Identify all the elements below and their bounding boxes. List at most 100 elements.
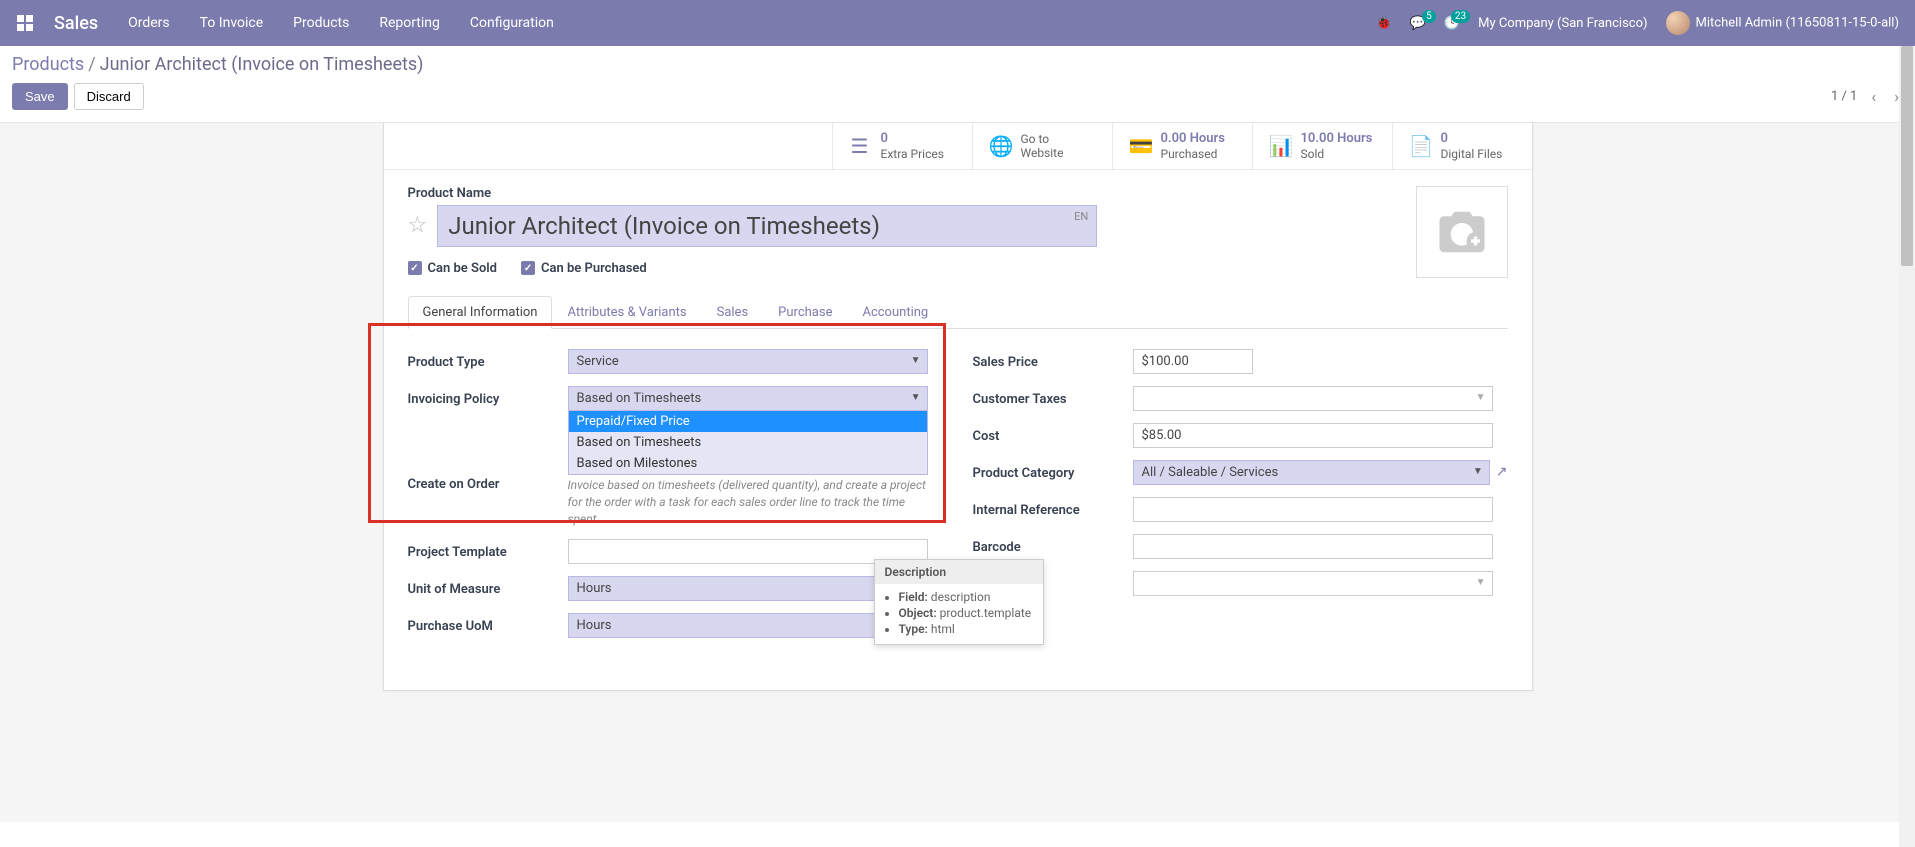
- uom-label: Unit of Measure: [408, 576, 568, 597]
- stat-label: Purchased: [1161, 147, 1225, 161]
- internal-ref-input[interactable]: [1133, 497, 1493, 522]
- sales-price-label: Sales Price: [973, 349, 1133, 370]
- product-category-select[interactable]: All / Saleable / Services ▼: [1133, 460, 1490, 485]
- apps-icon[interactable]: [16, 14, 34, 32]
- tooltip-key: Field:: [899, 590, 928, 604]
- nav-reporting[interactable]: Reporting: [379, 15, 440, 31]
- messaging-badge: 5: [1422, 10, 1436, 23]
- file-icon: 📄: [1409, 134, 1431, 158]
- stat-label: Sold: [1301, 147, 1373, 161]
- form-sheet: ☰ 0Extra Prices 🌐 Go to Website 💳 0.00 H…: [383, 123, 1533, 691]
- can-be-sold-checkbox[interactable]: ✓ Can be Sold: [408, 261, 498, 276]
- internal-ref-label: Internal Reference: [973, 497, 1133, 518]
- debug-icon[interactable]: 🐞: [1376, 16, 1392, 31]
- invoicing-policy-value: Based on Timesheets: [577, 391, 702, 406]
- camera-plus-icon: [1435, 205, 1489, 259]
- product-type-select[interactable]: Service ▼: [568, 349, 928, 374]
- extra-select[interactable]: ▼: [1133, 571, 1493, 596]
- customer-taxes-label: Customer Taxes: [973, 386, 1133, 407]
- avatar-icon: [1666, 11, 1690, 35]
- breadcrumb: Products / Junior Architect (Invoice on …: [12, 54, 1903, 75]
- dropdown-option[interactable]: Prepaid/Fixed Price: [569, 411, 927, 432]
- save-button[interactable]: Save: [12, 83, 68, 110]
- tooltip-title: Description: [875, 560, 1043, 584]
- user-label: Mitchell Admin (11650811-15-0-all): [1696, 15, 1899, 30]
- stat-digital-files[interactable]: 📄 0Digital Files: [1392, 123, 1532, 169]
- tab-attributes-variants[interactable]: Attributes & Variants: [552, 296, 701, 329]
- messaging-icon[interactable]: 💬5: [1410, 16, 1426, 31]
- pager: 1 / 1 ‹ ›: [1831, 87, 1903, 106]
- tab-purchase[interactable]: Purchase: [763, 296, 847, 329]
- stat-value: 0: [881, 131, 944, 147]
- project-template-label: Project Template: [408, 539, 568, 560]
- top-nav: Sales Orders To Invoice Products Reporti…: [0, 0, 1915, 46]
- stat-website[interactable]: 🌐 Go to Website: [972, 123, 1112, 169]
- can-be-purchased-label: Can be Purchased: [541, 261, 647, 276]
- app-brand[interactable]: Sales: [54, 13, 98, 34]
- breadcrumb-current: Junior Architect (Invoice on Timesheets): [100, 54, 424, 75]
- breadcrumb-sep: /: [88, 54, 95, 75]
- sales-price-input[interactable]: $100.00: [1133, 349, 1253, 374]
- product-name-input[interactable]: Junior Architect (Invoice on Timesheets)…: [437, 205, 1097, 247]
- stat-purchased[interactable]: 💳 0.00 HoursPurchased: [1112, 123, 1252, 169]
- bars-icon: 📊: [1269, 134, 1291, 158]
- customer-taxes-input[interactable]: ▼: [1133, 386, 1493, 411]
- can-be-purchased-checkbox[interactable]: ✓Can be Purchased: [521, 261, 647, 276]
- pager-count: 1 / 1: [1831, 89, 1857, 104]
- uom-value: Hours: [577, 581, 612, 596]
- scrollbar[interactable]: [1899, 46, 1915, 847]
- product-type-value: Service: [577, 354, 619, 369]
- stat-extra-prices[interactable]: ☰ 0Extra Prices: [832, 123, 972, 169]
- cost-label: Cost: [973, 423, 1133, 444]
- stat-value: 10.00 Hours: [1301, 131, 1373, 147]
- pager-prev[interactable]: ‹: [1867, 87, 1880, 106]
- uom-select[interactable]: Hours: [568, 576, 925, 601]
- chevron-down-icon: ▼: [911, 355, 921, 366]
- product-image-placeholder[interactable]: [1416, 186, 1508, 278]
- tab-accounting[interactable]: Accounting: [847, 296, 943, 329]
- lang-indicator[interactable]: EN: [1074, 210, 1088, 223]
- invoicing-help-text: Invoice based on timesheets (delivered q…: [568, 477, 928, 527]
- nav-to-invoice[interactable]: To Invoice: [200, 15, 264, 31]
- nav-orders[interactable]: Orders: [128, 15, 170, 31]
- globe-icon: 🌐: [989, 134, 1011, 158]
- dropdown-option[interactable]: Based on Milestones: [569, 453, 927, 474]
- tab-general-information[interactable]: General Information: [408, 296, 553, 329]
- invoicing-policy-dropdown: Prepaid/Fixed Price Based on Timesheets …: [568, 410, 928, 475]
- tooltip-val: description: [928, 590, 991, 604]
- product-name-label: Product Name: [408, 186, 1508, 201]
- stat-value: 0.00 Hours: [1161, 131, 1225, 147]
- stat-sold[interactable]: 📊 10.00 HoursSold: [1252, 123, 1392, 169]
- tooltip-val: product.template: [937, 606, 1032, 620]
- invoicing-policy-select[interactable]: Based on Timesheets ▼: [568, 386, 928, 411]
- product-category-value: All / Saleable / Services: [1142, 465, 1279, 480]
- scrollbar-thumb[interactable]: [1901, 46, 1913, 266]
- card-icon: 💳: [1129, 134, 1151, 158]
- activities-badge: 23: [1451, 10, 1470, 23]
- user-menu[interactable]: Mitchell Admin (11650811-15-0-all): [1666, 11, 1899, 35]
- favorite-star-icon[interactable]: ☆: [408, 213, 428, 238]
- purchase-uom-label: Purchase UoM: [408, 613, 568, 634]
- activities-icon[interactable]: 🕓23: [1444, 16, 1460, 31]
- dropdown-option[interactable]: Based on Timesheets: [569, 432, 927, 453]
- chevron-down-icon: ▼: [1476, 392, 1486, 403]
- breadcrumb-parent[interactable]: Products: [12, 54, 84, 75]
- sales-price-value: $100.00: [1142, 354, 1189, 369]
- tooltip-key: Object:: [899, 606, 937, 620]
- barcode-label: Barcode: [973, 534, 1133, 555]
- nav-configuration[interactable]: Configuration: [470, 15, 554, 31]
- chevron-down-icon: ▼: [1473, 466, 1483, 477]
- chevron-down-icon: ▼: [1476, 577, 1486, 588]
- tab-sales[interactable]: Sales: [702, 296, 764, 329]
- discard-button[interactable]: Discard: [74, 83, 144, 110]
- invoicing-policy-label: Invoicing Policy: [408, 386, 568, 407]
- tooltip-val: html: [928, 622, 955, 636]
- field-tooltip: Description Field: description Object: p…: [874, 559, 1044, 645]
- nav-products[interactable]: Products: [293, 15, 349, 31]
- can-be-sold-label: Can be Sold: [428, 261, 498, 276]
- external-link-icon[interactable]: ↗: [1496, 464, 1508, 480]
- company-switcher[interactable]: My Company (San Francisco): [1478, 16, 1647, 31]
- cost-input[interactable]: $85.00: [1133, 423, 1493, 448]
- check-icon: ✓: [408, 261, 422, 275]
- barcode-input[interactable]: [1133, 534, 1493, 559]
